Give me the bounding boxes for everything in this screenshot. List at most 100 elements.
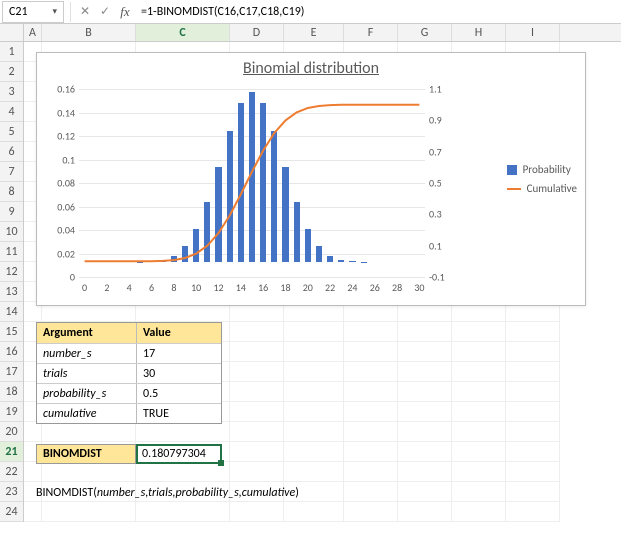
x-tick: 8	[171, 281, 176, 294]
x-tick: 30	[414, 281, 424, 294]
row-header-7[interactable]: 7	[0, 162, 23, 182]
x-tick: 2	[104, 281, 109, 294]
column-header-h[interactable]: H	[452, 24, 506, 41]
x-tick: 0	[82, 281, 87, 294]
x-tick: 16	[258, 281, 268, 294]
y-left-tick: 0.06	[45, 200, 75, 213]
row-header-23[interactable]: 23	[0, 482, 23, 502]
formula-input[interactable]	[135, 5, 621, 19]
y-right-tick: 0.9	[429, 114, 459, 127]
y-left-tick: 0.04	[45, 224, 75, 237]
enter-icon[interactable]: ✓	[95, 2, 115, 22]
x-tick: 14	[236, 281, 246, 294]
row-header-16[interactable]: 16	[0, 342, 23, 362]
header-argument: Argument	[37, 323, 137, 343]
fx-icon[interactable]: fx	[115, 2, 135, 22]
column-header-f[interactable]: F	[344, 24, 398, 41]
row-header-2[interactable]: 2	[0, 62, 23, 82]
row-header-12[interactable]: 12	[0, 262, 23, 282]
y-right-tick: 0.3	[429, 208, 459, 221]
syntax-close: )	[295, 486, 299, 500]
column-header-c[interactable]: C	[136, 24, 230, 41]
chart-title: Binomial distribution	[37, 59, 585, 78]
active-cell[interactable]: 0.180797304	[136, 444, 222, 464]
table-row: number_s 17	[37, 343, 221, 363]
fill-handle[interactable]	[218, 460, 224, 466]
column-header-a[interactable]: A	[24, 24, 42, 41]
row-header-19[interactable]: 19	[0, 402, 23, 422]
column-header-b[interactable]: B	[42, 24, 136, 41]
table-row: cumulative TRUE	[37, 403, 221, 423]
x-tick: 20	[303, 281, 313, 294]
x-tick: 4	[127, 281, 132, 294]
row-header-3[interactable]: 3	[0, 82, 23, 102]
row-header-5[interactable]: 5	[0, 122, 23, 142]
x-tick: 28	[392, 281, 402, 294]
chevron-down-icon[interactable]: ▾	[52, 6, 57, 17]
x-tick: 6	[149, 281, 154, 294]
row-header-17[interactable]: 17	[0, 362, 23, 382]
y-left-tick: 0.02	[45, 247, 75, 260]
y-left-tick: 0.1	[45, 153, 75, 166]
y-right-tick: 0.7	[429, 145, 459, 158]
separator	[70, 2, 71, 22]
column-header-d[interactable]: D	[230, 24, 284, 41]
syntax-fn: BINOMDIST(	[36, 486, 97, 500]
result-value: 0.180797304	[142, 447, 206, 461]
legend-line-icon	[507, 188, 521, 190]
row-header-24[interactable]: 24	[0, 502, 23, 522]
result-label-cell[interactable]: BINOMDIST	[36, 444, 136, 464]
x-tick: 24	[347, 281, 357, 294]
result-label-text: BINOMDIST	[43, 447, 102, 461]
row-header-9[interactable]: 9	[0, 202, 23, 222]
y-left-tick: 0.16	[45, 83, 75, 96]
legend-color-box-icon	[507, 165, 517, 175]
arg-name: cumulative	[37, 404, 137, 423]
arg-name: trials	[37, 364, 137, 383]
row-header-11[interactable]: 11	[0, 242, 23, 262]
row-header-20[interactable]: 20	[0, 422, 23, 442]
row-headers: 123456789101112131415161718192021222324	[0, 42, 24, 522]
row-header-13[interactable]: 13	[0, 282, 23, 302]
cancel-icon[interactable]: ✕	[75, 2, 95, 22]
x-axis-labels: 024681012141618202224262830	[79, 281, 425, 293]
table-header-row: Argument Value	[37, 323, 221, 343]
row-header-21[interactable]: 21	[0, 442, 23, 462]
row-header-4[interactable]: 4	[0, 102, 23, 122]
column-header-e[interactable]: E	[284, 24, 344, 41]
row-header-1[interactable]: 1	[0, 42, 23, 62]
arg-value: TRUE	[137, 404, 221, 423]
legend-label: Probability	[523, 163, 571, 176]
arg-value: 17	[137, 344, 221, 363]
row-header-14[interactable]: 14	[0, 302, 23, 322]
legend-label: Cumulative	[527, 182, 577, 195]
row-header-10[interactable]: 10	[0, 222, 23, 242]
y-right-tick: 1.1	[429, 83, 459, 96]
plot-area: 00.020.040.060.080.10.120.140.16-0.10.10…	[79, 89, 425, 277]
select-all-corner[interactable]	[0, 24, 24, 42]
y-left-tick: 0	[45, 271, 75, 284]
row-header-18[interactable]: 18	[0, 382, 23, 402]
column-header-g[interactable]: G	[398, 24, 452, 41]
name-box-value: C21	[9, 5, 28, 19]
x-tick: 12	[213, 281, 223, 294]
chart-legend: Probability Cumulative	[507, 157, 577, 201]
row-header-15[interactable]: 15	[0, 322, 23, 342]
y-right-tick: -0.1	[429, 271, 459, 284]
arg-value: 30	[137, 364, 221, 383]
legend-item-probability: Probability	[507, 163, 577, 176]
spreadsheet-grid: ABCDEFGHI 123456789101112131415161718192…	[0, 24, 621, 539]
x-tick: 18	[280, 281, 290, 294]
row-header-6[interactable]: 6	[0, 142, 23, 162]
x-tick: 22	[325, 281, 335, 294]
y-left-tick: 0.14	[45, 106, 75, 119]
chart-object[interactable]: Binomial distribution 00.020.040.060.080…	[36, 52, 586, 306]
row-header-8[interactable]: 8	[0, 182, 23, 202]
column-header-i[interactable]: I	[506, 24, 560, 41]
x-tick: 10	[191, 281, 201, 294]
arg-name: probability_s	[37, 384, 137, 403]
formula-bar: C21 ▾ ✕ ✓ fx	[0, 0, 621, 24]
name-box[interactable]: C21 ▾	[2, 1, 64, 23]
y-left-tick: 0.08	[45, 177, 75, 190]
row-header-22[interactable]: 22	[0, 462, 23, 482]
